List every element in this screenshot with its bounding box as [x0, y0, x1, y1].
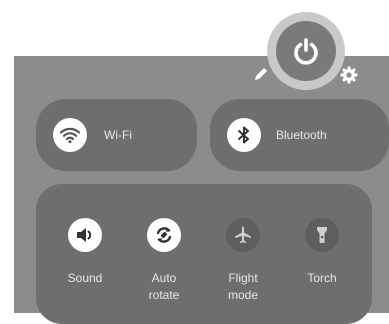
quick-toggle-grid: [36, 184, 372, 324]
sound-label: Sound: [67, 271, 103, 285]
wifi-toggle[interactable]: [53, 118, 87, 152]
power-menu-button[interactable]: [267, 12, 345, 90]
pencil-icon[interactable]: [252, 65, 270, 83]
torch-label: Torch: [307, 271, 337, 285]
auto-rotate-label: Auto rotate: [148, 271, 180, 302]
airplane-icon: [235, 226, 251, 244]
flight-mode-label: Flight mode: [227, 271, 259, 302]
bluetooth-icon: [238, 126, 249, 144]
speaker-icon: [77, 228, 92, 242]
wifi-tile[interactable]: Wi-Fi: [36, 99, 197, 171]
bluetooth-toggle[interactable]: [227, 118, 261, 152]
wifi-icon: [59, 127, 81, 144]
power-icon: [294, 38, 318, 65]
gear-icon[interactable]: [339, 65, 359, 85]
flight-mode-toggle[interactable]: [226, 218, 260, 252]
wifi-label: Wi-Fi: [104, 128, 132, 142]
auto-rotate-toggle[interactable]: [147, 218, 181, 252]
bluetooth-label: Bluetooth: [276, 128, 327, 142]
torch-toggle[interactable]: [305, 218, 339, 252]
rotate-icon: [156, 227, 172, 243]
power-button-face[interactable]: [276, 21, 336, 81]
flashlight-icon: [317, 227, 327, 243]
bluetooth-tile[interactable]: Bluetooth: [210, 99, 389, 171]
sound-toggle[interactable]: [68, 218, 102, 252]
